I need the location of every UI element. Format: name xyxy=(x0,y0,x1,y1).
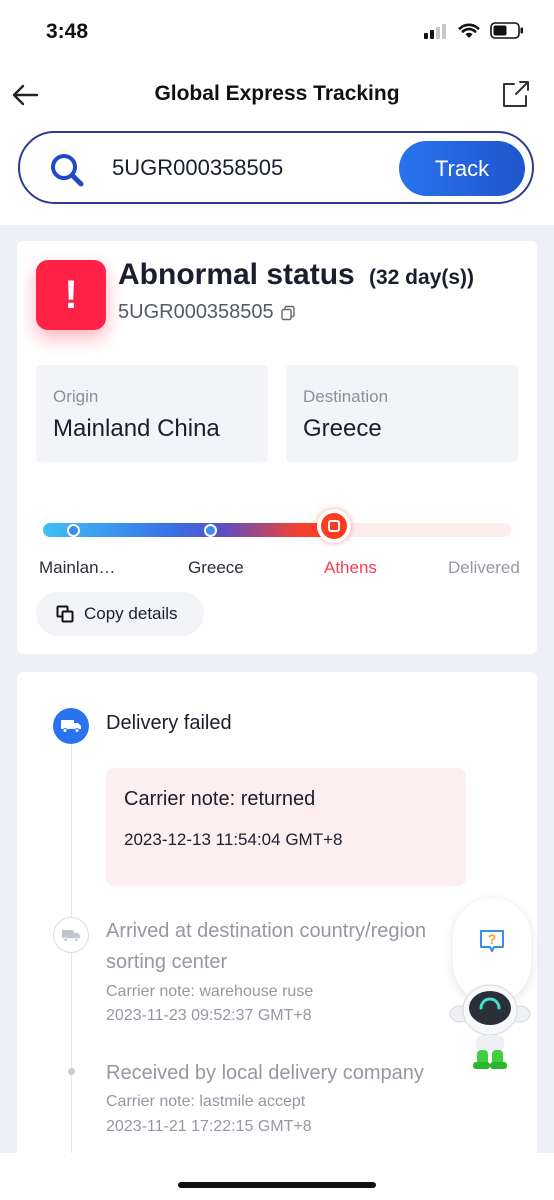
days-count: (32 day(s)) xyxy=(369,266,475,289)
copy-details-button[interactable]: Copy details xyxy=(36,592,204,636)
shipping-progress-bar xyxy=(43,509,511,543)
origin-box: Origin Mainland China xyxy=(36,365,268,462)
copy-details-label: Copy details xyxy=(84,604,178,623)
timeline-dot xyxy=(68,1068,75,1075)
current-stage-marker xyxy=(317,509,351,543)
progress-label-origin: Mainlan… xyxy=(39,558,116,577)
nav-bar: Global Express Tracking xyxy=(0,70,554,120)
tracking-number[interactable]: 5UGR000358505 xyxy=(118,301,296,324)
event-note: Carrier note: warehouse ruse xyxy=(106,983,314,1000)
copy-icon[interactable] xyxy=(280,305,296,321)
tracking-number-text: 5UGR000358505 xyxy=(118,301,274,323)
search-icon xyxy=(51,154,84,187)
event-title: Arrived at destination country/region xyxy=(106,920,427,942)
event-title: Received by local delivery company xyxy=(106,1062,424,1084)
origin-value: Mainland China xyxy=(53,415,220,442)
help-assistant-widget[interactable]: ? xyxy=(449,898,532,1073)
status-bar: 3:48 xyxy=(0,0,554,64)
page-title: Global Express Tracking xyxy=(154,82,400,105)
wifi-icon xyxy=(458,23,480,38)
destination-value: Greece xyxy=(303,415,382,442)
progress-stage-dot xyxy=(67,524,80,537)
event-note: Carrier note: returned xyxy=(124,788,316,810)
event-title: Delivery failed xyxy=(106,712,232,734)
status-time: 3:48 xyxy=(46,20,89,43)
svg-text:?: ? xyxy=(488,931,497,947)
origin-label: Origin xyxy=(53,387,99,406)
event-title-line2: sorting center xyxy=(106,951,228,973)
event-time: 2023-11-23 09:52:37 GMT+8 xyxy=(106,1007,312,1024)
status-card: ! Abnormal status (32 day(s)) 5UGR000358… xyxy=(17,241,537,654)
progress-label-delivered: Delivered xyxy=(448,558,520,577)
battery-icon xyxy=(490,22,523,39)
destination-box: Destination Greece xyxy=(286,365,518,462)
help-question-icon[interactable]: ? xyxy=(477,928,507,954)
signal-icon xyxy=(424,23,446,39)
copy-details-icon xyxy=(56,605,74,623)
event-note-box: Carrier note: returned 2023-12-13 11:54:… xyxy=(106,768,466,886)
destination-label: Destination xyxy=(303,387,389,406)
track-button[interactable]: Track xyxy=(399,141,525,196)
alert-icon: ! xyxy=(36,260,106,330)
share-icon[interactable] xyxy=(500,78,532,110)
bottom-bar xyxy=(0,1153,554,1200)
progress-label-country: Greece xyxy=(188,558,244,577)
tracking-number-input[interactable] xyxy=(112,155,382,181)
event-time: 2023-12-13 11:54:04 GMT+8 xyxy=(124,830,343,849)
progress-fill xyxy=(43,523,334,537)
transit-truck-icon xyxy=(53,917,89,953)
progress-stage-dot xyxy=(204,524,217,537)
home-indicator xyxy=(178,1182,376,1188)
status-icons xyxy=(424,22,524,39)
progress-label-current: Athens xyxy=(324,558,377,577)
search-bar: Track xyxy=(18,131,534,204)
event-time: 2023-11-21 17:22:15 GMT+8 xyxy=(106,1118,312,1135)
status-title: Abnormal status xyxy=(118,258,355,291)
robot-mascot-icon xyxy=(449,984,531,1069)
current-stage-icon xyxy=(321,513,347,539)
event-note: Carrier note: lastmile accept xyxy=(106,1093,306,1110)
delivery-failed-truck-icon xyxy=(53,708,89,744)
